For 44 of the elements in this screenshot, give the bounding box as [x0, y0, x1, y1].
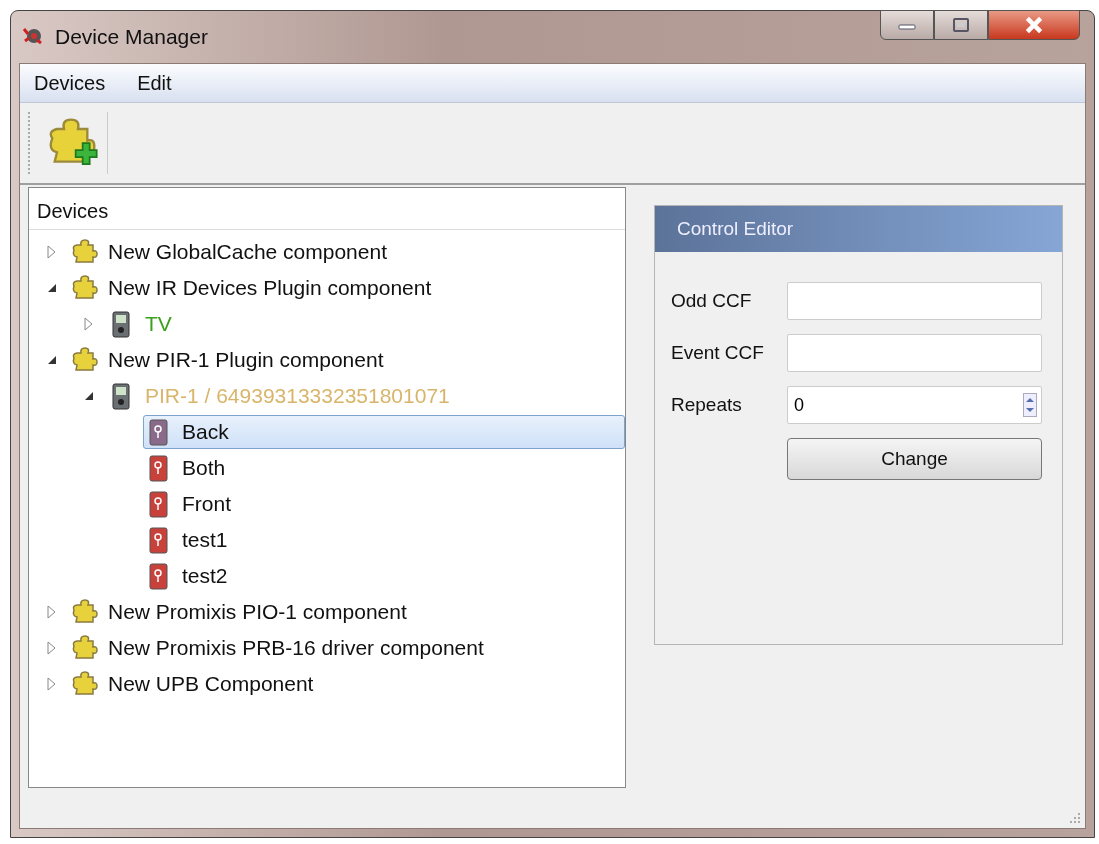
close-icon: [1023, 16, 1045, 34]
puzzle-icon: [70, 346, 98, 374]
puzzle-icon: [70, 634, 98, 662]
column-header: Devices: [29, 188, 625, 230]
puzzle-icon: [70, 598, 98, 626]
panel-title: Control Editor: [655, 206, 1062, 252]
puzzle-icon: [70, 670, 98, 698]
tree-item[interactable]: New Promixis PRB-16 driver component: [69, 631, 625, 665]
tree-item[interactable]: test2: [143, 559, 625, 593]
change-button[interactable]: Change: [787, 438, 1042, 480]
tree-item[interactable]: New PIR-1 Plugin component: [69, 343, 625, 377]
tree-item[interactable]: test1: [143, 523, 625, 557]
input-field[interactable]: [787, 334, 1042, 372]
tree-item[interactable]: Front: [143, 487, 625, 521]
expand-arrow-icon[interactable]: [47, 641, 57, 655]
menu-item[interactable]: Edit: [137, 71, 172, 95]
tree-item[interactable]: New Promixis PIO-1 component: [69, 595, 625, 629]
maximize-button[interactable]: [934, 10, 988, 40]
expand-arrow-icon[interactable]: [47, 605, 57, 619]
field-label: Odd CCF: [671, 290, 753, 312]
input-field[interactable]: [787, 282, 1042, 320]
collapse-arrow-icon[interactable]: [47, 355, 57, 365]
tree-item[interactable]: New IR Devices Plugin component: [69, 271, 625, 305]
resize-grip-icon[interactable]: [1069, 812, 1081, 824]
tree-item[interactable]: New GlobalCache component: [69, 235, 625, 269]
expand-arrow-icon[interactable]: [47, 245, 57, 259]
spin-arrows-icon[interactable]: [1023, 393, 1037, 417]
field-label: Repeats: [671, 394, 743, 416]
puzzle-icon: [70, 274, 98, 302]
tree-item[interactable]: New UPB Component: [69, 667, 625, 701]
tree-item[interactable]: Both: [143, 451, 625, 485]
collapse-arrow-icon[interactable]: [84, 391, 94, 401]
spin-field[interactable]: 0: [787, 386, 1042, 424]
field-label: Event CCF: [671, 342, 765, 364]
maximize-icon: [951, 17, 971, 33]
expand-arrow-icon[interactable]: [47, 677, 57, 691]
expand-arrow-icon[interactable]: [84, 317, 94, 331]
puzzle-icon: [70, 238, 98, 266]
menu-item[interactable]: Devices: [34, 71, 106, 95]
minimize-button[interactable]: [880, 10, 934, 40]
window-title: Device Manager: [55, 25, 208, 49]
collapse-arrow-icon[interactable]: [47, 283, 57, 293]
selected-tree-item[interactable]: Back: [143, 415, 625, 449]
close-button[interactable]: [988, 10, 1080, 40]
